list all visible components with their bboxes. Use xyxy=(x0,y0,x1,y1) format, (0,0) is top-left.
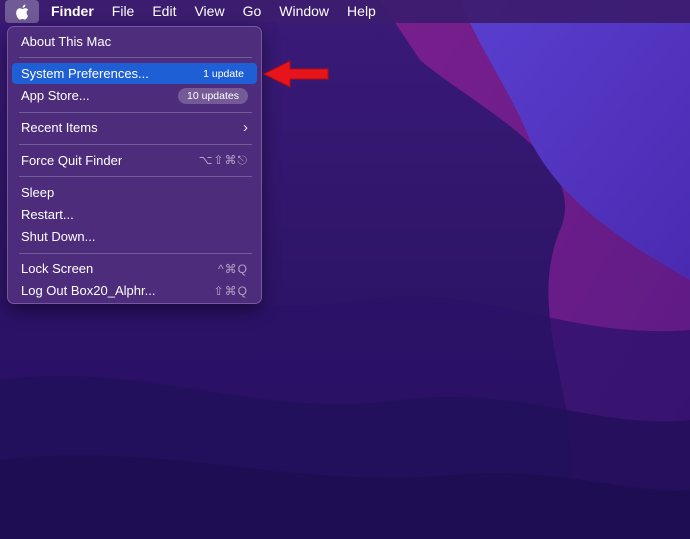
apple-icon xyxy=(16,4,29,20)
menu-separator xyxy=(19,144,252,145)
update-badge: 10 updates xyxy=(178,87,248,104)
menu-item-label: Lock Screen xyxy=(21,261,94,276)
menubar-item-edit[interactable]: Edit xyxy=(143,0,185,23)
menu-separator xyxy=(19,253,252,254)
menubar-item-finder[interactable]: Finder xyxy=(39,0,103,23)
menu-item-label: Recent Items xyxy=(21,120,98,135)
menu-item-system-preferences[interactable]: System Preferences... 1 update xyxy=(12,63,257,84)
keyboard-shortcut: ⌥⇧⌘⎋ xyxy=(198,153,248,167)
red-arrow-icon xyxy=(262,60,329,88)
menu-item-sleep[interactable]: Sleep xyxy=(12,182,257,203)
menu-separator xyxy=(19,176,252,177)
menu-item-about-this-mac[interactable]: About This Mac xyxy=(12,31,257,52)
menubar-item-help[interactable]: Help xyxy=(338,0,385,23)
menu-item-label: App Store... xyxy=(21,88,90,103)
menubar-item-file[interactable]: File xyxy=(103,0,144,23)
menu-item-app-store[interactable]: App Store... 10 updates xyxy=(12,85,257,106)
chevron-right-icon: › xyxy=(243,119,248,136)
menubar-item-window[interactable]: Window xyxy=(270,0,338,23)
menubar-item-view[interactable]: View xyxy=(185,0,233,23)
menu-item-label: About This Mac xyxy=(21,34,112,49)
menu-item-label: Restart... xyxy=(21,207,74,222)
menu-item-force-quit[interactable]: Force Quit Finder ⌥⇧⌘⎋ xyxy=(12,150,257,171)
apple-menu: About This Mac System Preferences... 1 u… xyxy=(7,26,262,304)
menubar-item-go[interactable]: Go xyxy=(234,0,271,23)
menu-item-lock-screen[interactable]: Lock Screen ^⌘Q xyxy=(12,258,257,279)
menu-item-recent-items[interactable]: Recent Items › xyxy=(12,117,257,138)
menu-item-label: Sleep xyxy=(21,185,55,200)
menu-item-shut-down[interactable]: Shut Down... xyxy=(12,226,257,247)
apple-menu-button[interactable] xyxy=(5,0,39,23)
menu-item-label: Shut Down... xyxy=(21,229,96,244)
menu-separator xyxy=(19,57,252,58)
keyboard-shortcut: ⇧⌘Q xyxy=(213,283,248,298)
update-badge: 1 update xyxy=(203,67,244,80)
menu-item-restart[interactable]: Restart... xyxy=(12,204,257,225)
menu-item-label: Log Out Box20_Alphr... xyxy=(21,283,156,298)
menu-item-log-out[interactable]: Log Out Box20_Alphr... ⇧⌘Q xyxy=(12,280,257,301)
desktop: Finder File Edit View Go Window Help Abo… xyxy=(0,0,690,539)
menu-bar: Finder File Edit View Go Window Help xyxy=(0,0,690,23)
menu-separator xyxy=(19,112,252,113)
keyboard-shortcut: ^⌘Q xyxy=(218,261,248,276)
menu-item-label: Force Quit Finder xyxy=(21,153,123,168)
menu-item-label: System Preferences... xyxy=(21,66,149,81)
